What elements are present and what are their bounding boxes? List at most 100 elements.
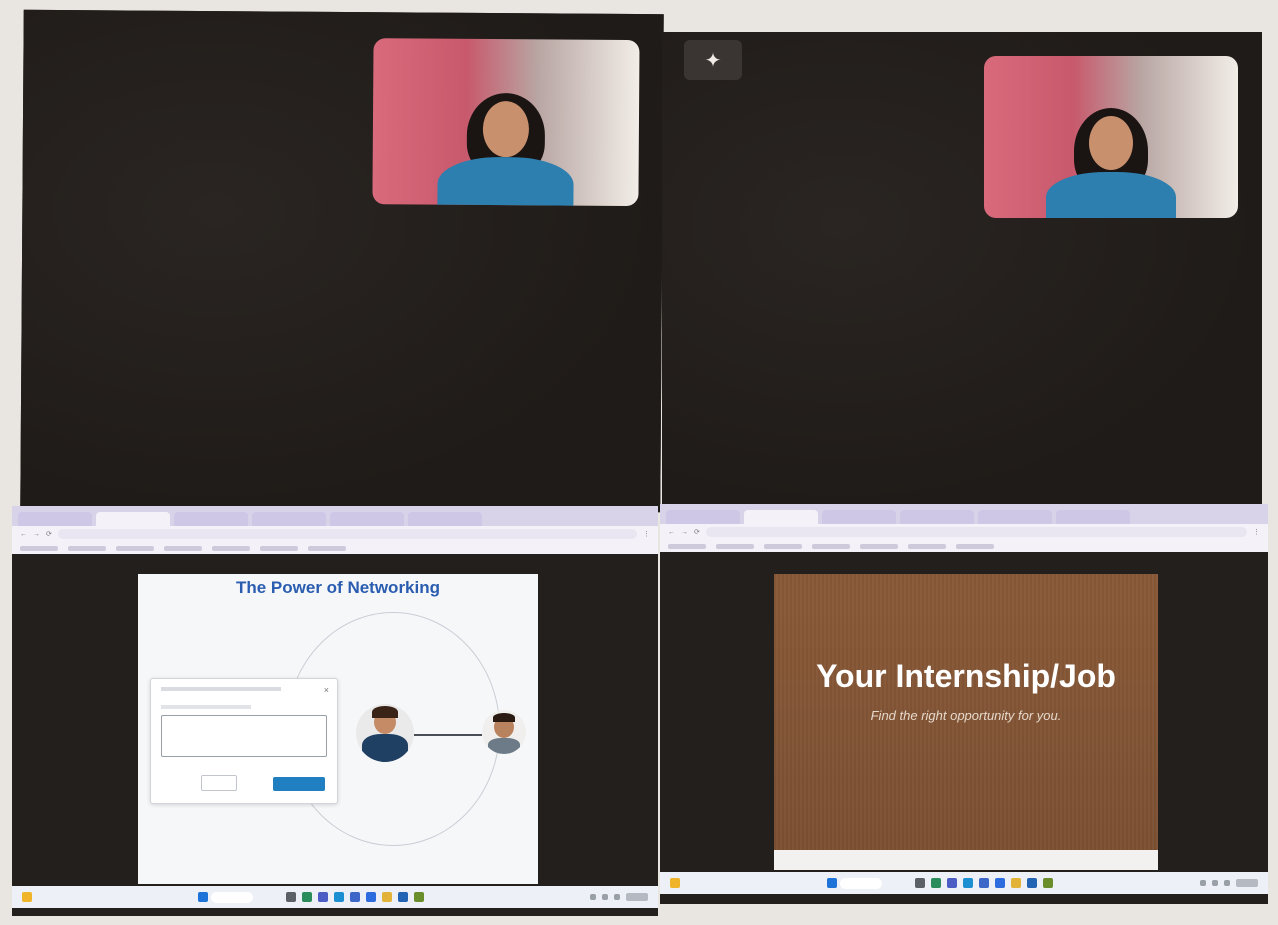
bookmark-item[interactable] (308, 545, 346, 551)
taskview-icon[interactable] (286, 892, 296, 902)
app-icon[interactable] (1043, 878, 1053, 888)
volume-icon[interactable] (614, 894, 620, 900)
store-icon[interactable] (350, 892, 360, 902)
dialog-title (161, 687, 281, 691)
avatar-woman (356, 704, 414, 762)
bookmark-item[interactable] (668, 543, 706, 549)
volume-icon[interactable] (1224, 880, 1230, 886)
browser-tab[interactable] (252, 512, 326, 526)
weather-icon[interactable] (22, 892, 32, 902)
chrome-icon[interactable] (1011, 878, 1021, 888)
app-icon[interactable] (414, 892, 424, 902)
slide-bottom-strip (774, 850, 1158, 870)
avatar-man (482, 710, 526, 754)
bookmark-item[interactable] (716, 543, 754, 549)
store-icon[interactable] (979, 878, 989, 888)
back-icon[interactable]: ← (20, 531, 27, 538)
sparkle-icon[interactable]: ✦ (684, 40, 742, 80)
weather-icon[interactable] (670, 878, 680, 888)
clock-icon[interactable] (626, 893, 648, 901)
mail-icon[interactable] (366, 892, 376, 902)
slide-internship: Your Internship/Job Find the right oppor… (774, 574, 1158, 850)
person-body (1046, 172, 1176, 218)
bookmark-item[interactable] (260, 545, 298, 551)
mail-icon[interactable] (995, 878, 1005, 888)
chrome-icon[interactable] (382, 892, 392, 902)
bookmark-item[interactable] (956, 543, 994, 549)
taskview-icon[interactable] (915, 878, 925, 888)
connection-line (414, 734, 482, 736)
reload-icon[interactable]: ⟳ (46, 530, 52, 538)
edge-icon[interactable] (963, 878, 973, 888)
start-icon[interactable] (198, 892, 208, 902)
webcam-tile (372, 38, 640, 207)
bookmarks-bar (12, 542, 658, 554)
widgets-icon[interactable] (931, 878, 941, 888)
send-button[interactable] (273, 777, 325, 791)
bookmark-item[interactable] (812, 543, 850, 549)
browser-tab[interactable] (174, 512, 248, 526)
reload-icon[interactable]: ⟳ (694, 528, 700, 536)
close-icon[interactable]: × (324, 685, 329, 695)
meeting-panel-top-right: ✦ (662, 32, 1262, 508)
address-bar: ← → ⟳ ⋮ (12, 526, 658, 542)
slide-title: The Power of Networking (235, 578, 441, 597)
meeting-panel-top-left (20, 9, 664, 513)
app-icon[interactable] (1027, 878, 1037, 888)
tray-icon[interactable] (590, 894, 596, 900)
tab-bar (660, 504, 1268, 524)
chat-icon[interactable] (318, 892, 328, 902)
bookmark-item[interactable] (860, 543, 898, 549)
slide-title: Your Internship/Job (816, 658, 1116, 694)
tray-icon[interactable] (1200, 880, 1206, 886)
cancel-button[interactable] (201, 775, 237, 791)
dialog-label (161, 705, 251, 709)
address-bar: ← → ⟳ ⋮ (660, 524, 1268, 540)
browser-tab[interactable] (408, 512, 482, 526)
taskbar-search[interactable] (840, 877, 882, 889)
extensions-icon[interactable]: ⋮ (643, 530, 650, 538)
wifi-icon[interactable] (602, 894, 608, 900)
url-field[interactable] (705, 527, 1247, 537)
browser-tab[interactable] (822, 510, 896, 524)
screen-share-panel-networking: ← → ⟳ ⋮ The Power of Networking × (12, 506, 658, 916)
bookmark-item[interactable] (116, 545, 154, 551)
taskbar-search[interactable] (211, 891, 253, 903)
bookmark-item[interactable] (908, 543, 946, 549)
bookmark-item[interactable] (764, 543, 802, 549)
bookmark-item[interactable] (68, 545, 106, 551)
clock-icon[interactable] (1236, 879, 1258, 887)
edge-icon[interactable] (334, 892, 344, 902)
wifi-icon[interactable] (1212, 880, 1218, 886)
forward-icon[interactable]: → (33, 531, 40, 538)
windows-taskbar (12, 886, 658, 908)
browser-chrome: ← → ⟳ ⋮ (12, 506, 658, 554)
browser-tab[interactable] (978, 510, 1052, 524)
chat-icon[interactable] (947, 878, 957, 888)
bookmark-item[interactable] (164, 545, 202, 551)
browser-tab[interactable] (1056, 510, 1130, 524)
browser-chrome: ← → ⟳ ⋮ (660, 504, 1268, 552)
bookmark-item[interactable] (20, 545, 58, 551)
person-face (482, 100, 530, 158)
browser-tab[interactable] (744, 510, 818, 524)
start-icon[interactable] (827, 878, 837, 888)
browser-tab[interactable] (18, 512, 92, 526)
widgets-icon[interactable] (302, 892, 312, 902)
message-textarea[interactable] (161, 715, 327, 757)
bookmark-item[interactable] (212, 545, 250, 551)
browser-tab[interactable] (666, 510, 740, 524)
screen-share-panel-internship: ← → ⟳ ⋮ Your Internship/Job Find the rig… (660, 504, 1268, 904)
webcam-tile (984, 56, 1238, 218)
browser-tab[interactable] (900, 510, 974, 524)
forward-icon[interactable]: → (681, 529, 688, 536)
extensions-icon[interactable]: ⋮ (1253, 528, 1260, 536)
back-icon[interactable]: ← (668, 529, 675, 536)
browser-tab[interactable] (330, 512, 404, 526)
app-icon[interactable] (398, 892, 408, 902)
url-field[interactable] (57, 529, 637, 539)
invitation-dialog: × (150, 678, 338, 804)
person-body (437, 156, 574, 207)
bookmarks-bar (660, 540, 1268, 552)
browser-tab[interactable] (96, 512, 170, 526)
